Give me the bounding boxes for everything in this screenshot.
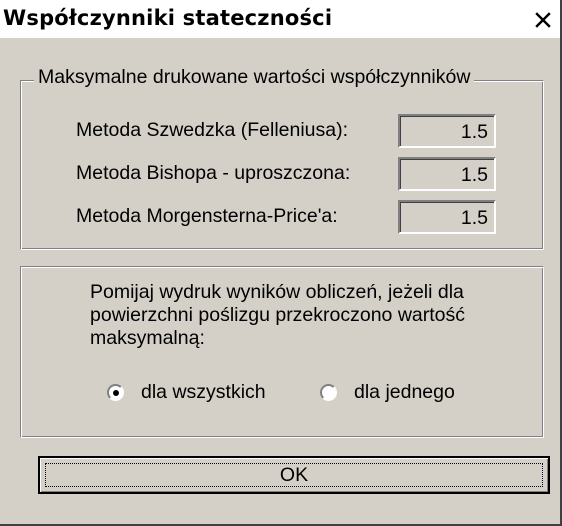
swedish-method-label: Metoda Szwedzka (Felleniusa): bbox=[76, 119, 349, 141]
stability-coefficients-dialog: Współczynniki stateczności Maksymalne dr… bbox=[0, 0, 562, 526]
radio-for-all-circle[interactable] bbox=[107, 384, 124, 401]
radio-selected-dot bbox=[112, 389, 119, 396]
close-icon bbox=[535, 12, 551, 28]
radio-for-one-label[interactable]: dla jednego bbox=[354, 381, 455, 404]
radio-for-one[interactable]: dla jednego bbox=[320, 381, 455, 404]
skip-output-description: Pomijaj wydruk wyników obliczeń, jeżeli … bbox=[90, 281, 466, 349]
radio-for-one-circle[interactable] bbox=[320, 384, 337, 401]
radio-for-all[interactable]: dla wszystkich bbox=[107, 381, 266, 404]
ok-button[interactable]: OK bbox=[38, 456, 550, 494]
morgenstern-price-method-input[interactable]: 1.5 bbox=[398, 200, 496, 234]
window-title: Współczynniki stateczności bbox=[3, 6, 333, 30]
bishop-method-input[interactable]: 1.5 bbox=[398, 157, 496, 191]
bishop-method-label: Metoda Bishopa - uproszczona: bbox=[76, 162, 351, 184]
swedish-method-input[interactable]: 1.5 bbox=[398, 114, 496, 148]
close-button[interactable] bbox=[532, 9, 554, 31]
title-bar[interactable]: Współczynniki stateczności bbox=[0, 0, 560, 38]
max-values-legend: Maksymalne drukowane wartości współczynn… bbox=[34, 66, 475, 89]
morgenstern-price-method-label: Metoda Morgensterna-Price'a: bbox=[76, 205, 338, 227]
ok-button-label: OK bbox=[279, 463, 309, 486]
radio-for-all-label[interactable]: dla wszystkich bbox=[141, 381, 266, 404]
